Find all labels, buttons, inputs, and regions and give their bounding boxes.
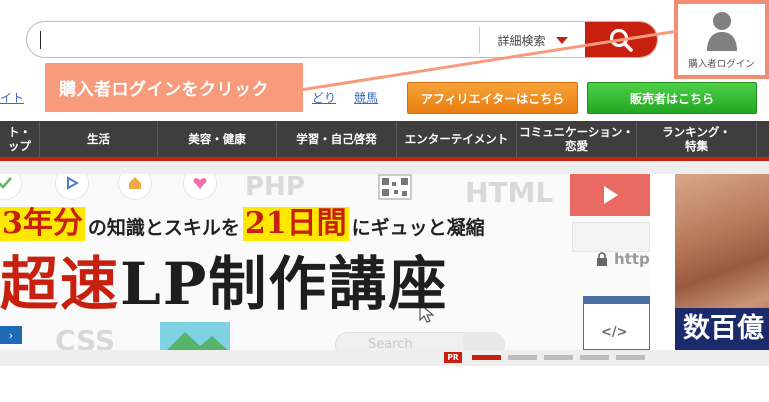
check-icon [0, 174, 22, 200]
nav-item-label: 学習・自己啓発 [296, 132, 377, 146]
hero-highlight-21days: 21日間 [242, 206, 349, 241]
buyer-login-label: 購入者ログイン [688, 59, 755, 70]
home-icon [118, 174, 152, 200]
nav-item-label: 美容・健康 [188, 132, 246, 146]
deco-code: </> [601, 325, 628, 340]
nav-item-line: コミュニケーション・ [519, 125, 634, 139]
heart-icon [183, 174, 217, 200]
qr-code-icon [378, 174, 412, 200]
hero-title-red: 超速 [0, 250, 121, 318]
seller-button[interactable]: 販売者はこちら [587, 82, 757, 114]
nav-item-learning[interactable]: 学習・自己啓発 [277, 121, 397, 157]
user-icon [706, 12, 737, 51]
nav-item-line: 恋愛 [565, 139, 588, 153]
affiliate-button[interactable]: アフィリエイターはこちら [407, 82, 578, 114]
play-icon [55, 174, 89, 200]
deco-css: CSS [55, 324, 116, 350]
video-player-graphic [570, 174, 650, 216]
nav-item-line: 特集 [685, 139, 708, 153]
side-ad-banner[interactable]: 数百億 [675, 174, 769, 350]
nav-item-label: エンターテイメント [404, 132, 509, 146]
chevron-right-icon[interactable]: › [0, 326, 22, 344]
nav-item-life[interactable]: 生活 [40, 121, 158, 157]
nav-item-partial[interactable] [757, 121, 769, 157]
deco-https: https [614, 250, 650, 268]
slider-indicator-row [0, 350, 769, 366]
hero-title: 超速LP制作講座 [0, 246, 448, 322]
side-ad-text: 数百億 [675, 308, 769, 350]
lock-icon [597, 252, 607, 266]
nav-item-beauty-health[interactable]: 美容・健康 [158, 121, 277, 157]
slider-dot-1[interactable] [472, 355, 501, 360]
buyer-login-button[interactable]: 購入者ログイン [674, 0, 769, 79]
slider-dot-3[interactable] [544, 355, 573, 360]
image-file-graphic [160, 322, 230, 350]
nav-item-line: ップ [8, 139, 31, 153]
hero-subtitle-part: にギュッと凝縮 [351, 217, 485, 239]
annotation-callout: 購入者ログインをクリック [45, 63, 303, 112]
nav-item-ranking[interactable]: ランキング・ 特集 [637, 121, 757, 157]
hero-highlight-3years: 3年分 [0, 206, 85, 241]
code-window-graphic [583, 296, 650, 350]
slider-dot-5[interactable] [616, 355, 645, 360]
hero-subtitle-part: の知識とスキルを [87, 217, 240, 239]
nav-item-communication[interactable]: コミュニケーション・ 恋愛 [517, 121, 637, 157]
browser-window-graphic [572, 222, 650, 252]
nav-item-top-partial[interactable]: ト・ ップ [0, 121, 40, 157]
deco-php: PHP [245, 174, 305, 202]
text-cursor [40, 31, 41, 49]
page: 詳細検索 購入者ログイン 購入者ログインをクリック イト どり 競馬 アフィリエ… [0, 0, 769, 402]
hero-subtitle: 3年分 の知識とスキルを 21日間 にギュッと凝縮 [0, 205, 488, 241]
category-nav: ト・ ップ 生活 美容・健康 学習・自己啓発 エンターテイメント コミュニケーショ… [0, 121, 769, 161]
nav-item-label: 生活 [87, 132, 110, 146]
link-fragment-left[interactable]: イト [0, 89, 24, 106]
nav-item-line: ランキング・ [662, 125, 731, 139]
slider-dot-4[interactable] [580, 355, 609, 360]
pr-badge: PR [444, 352, 462, 363]
hero-title-black: LP制作講座 [120, 250, 449, 318]
link-keiba[interactable]: 競馬 [354, 89, 378, 106]
nav-item-entertainment[interactable]: エンターテイメント [397, 121, 517, 157]
nav-item-line: ト・ [8, 125, 31, 139]
slider-dot-2[interactable] [508, 355, 537, 360]
nav-shadow-band [0, 161, 769, 174]
link-fragment-mid[interactable]: どり [312, 89, 336, 106]
